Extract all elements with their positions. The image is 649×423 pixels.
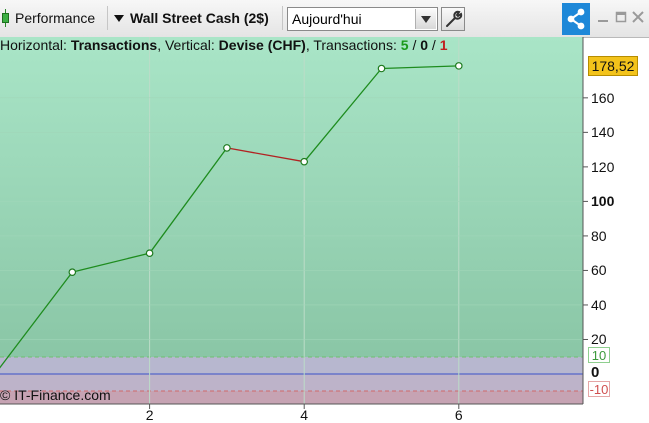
neutral-band-upper — [0, 357, 583, 374]
y-tick-label: 80 — [591, 227, 607, 244]
data-point[interactable] — [145, 249, 154, 257]
x-tick-label: 4 — [300, 407, 309, 423]
x-tick-label: 2 — [145, 407, 154, 423]
horizontal-value: Transactions — [70, 37, 158, 53]
transactions-label: Transactions: — [313, 37, 397, 53]
copyright-text: © IT-Finance.com — [0, 387, 111, 403]
neutral-count: 0 — [420, 37, 429, 53]
y-tick-label: 40 — [591, 296, 607, 313]
x-tick-label: 6 — [454, 407, 463, 423]
separator: / — [412, 37, 417, 53]
winning-count: 5 — [400, 37, 409, 53]
y-tick-label: 120 — [591, 158, 615, 175]
y-tick-label: 20 — [591, 331, 607, 348]
upper-threshold-label: 10 — [588, 347, 610, 363]
data-point[interactable] — [300, 157, 309, 166]
lower-threshold-text: -10 — [589, 381, 609, 397]
vertical-label: Vertical: — [164, 37, 215, 53]
upper-threshold-text: 10 — [591, 347, 607, 363]
losing-count: 1 — [439, 37, 448, 53]
data-point[interactable] — [223, 144, 231, 152]
y-tick-label: 60 — [591, 262, 607, 279]
y-tick-label: 140 — [591, 124, 615, 141]
zero-label: 0 — [591, 364, 599, 381]
data-point[interactable] — [377, 64, 386, 73]
vertical-value: Devise (CHF) — [218, 37, 306, 53]
data-point[interactable] — [454, 62, 463, 70]
last-value-tag: 178,52 — [588, 56, 638, 76]
zero-label-text: 0 — [591, 364, 600, 381]
performance-chart[interactable] — [0, 0, 649, 422]
last-value-text: 178,52 — [591, 58, 635, 74]
plot-background — [0, 37, 583, 357]
horizontal-label: Horizontal: — [0, 37, 67, 53]
lower-threshold-label: -10 — [588, 381, 610, 397]
separator: / — [431, 37, 436, 53]
y-tick-label: 100 — [591, 193, 615, 210]
data-point[interactable] — [68, 268, 77, 276]
chart-legend: Horizontal: Transactions, Vertical: Devi… — [0, 37, 448, 53]
y-tick-label: 160 — [591, 89, 615, 106]
